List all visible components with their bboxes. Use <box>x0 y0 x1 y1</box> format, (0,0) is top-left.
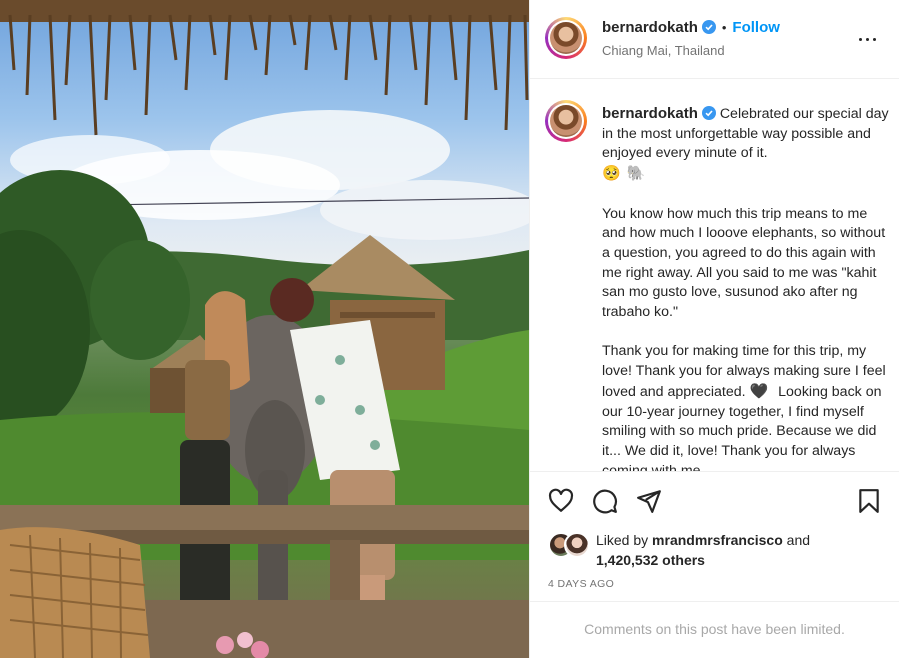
liker-avatar[interactable] <box>564 532 590 558</box>
header-user-row: bernardokath • Follow <box>602 19 780 37</box>
post-header: bernardokath • Follow Chiang Mai, Thailand <box>530 0 899 79</box>
liker-username[interactable]: mrandmrsfrancisco <box>652 532 783 548</box>
caption-text: bernardokath Celebrated our special day … <box>602 104 892 471</box>
black-heart-emoji: 🖤 <box>749 382 769 400</box>
likes-count[interactable]: 1,420,532 others <box>596 552 705 568</box>
instagram-post: bernardokath • Follow Chiang Mai, Thailand… <box>0 0 899 658</box>
photo-scene <box>0 0 529 658</box>
action-bar <box>530 471 899 532</box>
likes-text: Liked by mrandmrsfrancisco and 1,420,532… <box>596 530 896 570</box>
comment-icon[interactable] <box>592 488 618 514</box>
verified-badge-icon <box>701 106 716 120</box>
post-timestamp[interactable]: 4 DAYS AGO <box>548 578 614 590</box>
caption-paragraph-2: You know how much this trip means to me … <box>602 205 886 321</box>
post-photo[interactable] <box>0 0 529 658</box>
likes-and: and <box>786 532 811 548</box>
share-icon[interactable] <box>636 488 662 514</box>
more-horizontal-icon[interactable] <box>859 30 877 48</box>
caption-avatar[interactable] <box>545 100 587 142</box>
elephant-emoji: 🐘 <box>626 165 646 183</box>
heart-icon[interactable] <box>548 488 574 514</box>
comments-limited-notice: Comments on this post have been limited. <box>530 601 899 659</box>
bookmark-icon[interactable] <box>856 488 882 514</box>
pleading-face-emoji: 🥺 <box>602 165 621 183</box>
likes-prefix: Liked by <box>596 532 649 548</box>
header-username[interactable]: bernardokath <box>602 19 698 36</box>
avatar[interactable] <box>545 17 587 59</box>
post-side-panel: bernardokath • Follow Chiang Mai, Thailand… <box>529 0 899 658</box>
caption-username[interactable]: bernardokath <box>602 105 698 122</box>
verified-badge-icon <box>701 20 716 34</box>
separator-dot: • <box>721 20 727 35</box>
caption-area: bernardokath Celebrated our special day … <box>530 79 899 471</box>
location-link[interactable]: Chiang Mai, Thailand <box>602 43 725 58</box>
follow-button[interactable]: Follow <box>732 19 780 36</box>
